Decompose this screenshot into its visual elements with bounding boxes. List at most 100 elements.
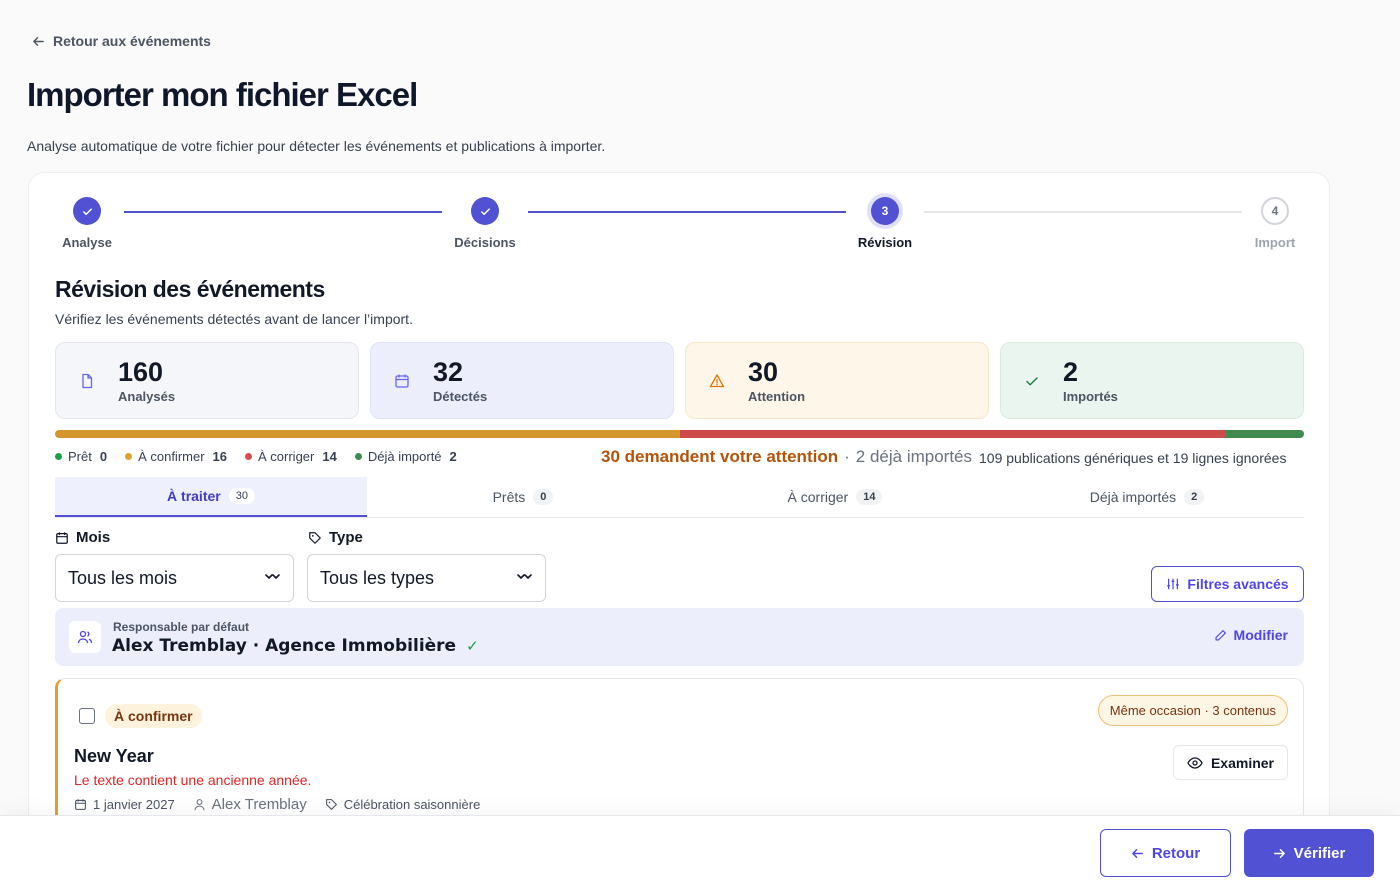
file-icon [56, 373, 118, 389]
occasion-badge: Même occasion · 3 contenus [1097, 695, 1288, 726]
responsible-label: Responsable par défaut [113, 620, 250, 634]
tab-label: Déjà importés [1089, 489, 1177, 505]
tab-label: Prêts [492, 489, 526, 505]
tab-a-corriger[interactable]: À corriger 14 [679, 477, 991, 517]
attention-summary: 30 demandent votre attention · 2 déjà im… [601, 447, 972, 467]
page-subtitle: Analyse automatique de votre fichier pou… [27, 138, 606, 154]
event-category-text: Célébration saisonnière [343, 797, 481, 812]
type-filter-label: Type [308, 529, 363, 546]
examine-button[interactable]: Examiner [1173, 745, 1288, 780]
legend-count: 2 [449, 449, 457, 464]
warning-icon [686, 373, 748, 389]
edit-responsible-button[interactable]: Modifier [1214, 627, 1288, 643]
back-to-events-link[interactable]: Retour aux événements [32, 33, 211, 49]
section-subtitle: Vérifiez les événements détectés avant d… [55, 311, 413, 327]
check-icon [73, 197, 101, 225]
step-decisions: Décisions [435, 197, 535, 250]
step-connector [924, 211, 1242, 213]
stat-label: Analysés [118, 388, 176, 404]
advanced-filters-button[interactable]: Filtres avancés [1151, 566, 1304, 602]
back-button[interactable]: Retour [1100, 829, 1231, 877]
legend-dot [245, 453, 253, 460]
imported-count: 2 déjà importés [855, 447, 973, 466]
stat-label: Détectés [433, 388, 488, 404]
stat-card-attention: 30 Attention [685, 342, 989, 419]
step-import: 4 Import [1225, 197, 1325, 250]
status-tabs: À traiter 30 Prêts 0 À corriger 14 Déjà imp… [55, 477, 1304, 518]
event-date: 1 janvier 2027 [74, 797, 175, 812]
step-connector [124, 211, 442, 213]
select-value: Tous les mois [68, 567, 178, 588]
tag-icon [325, 799, 337, 810]
status-legend: Prêt 0 À confirmer 16 À corriger 14 Déjà im… [55, 449, 457, 464]
responsible-name-text: Alex Tremblay · Agence Immobilière [112, 636, 457, 656]
verify-button[interactable]: Vérifier [1244, 829, 1374, 877]
month-select[interactable]: Tous les mois [55, 554, 294, 602]
event-category: Célébration saisonnière [325, 797, 481, 812]
event-warning: Le texte contient une ancienne année. [74, 772, 312, 788]
legend-label: Prêt [68, 449, 92, 464]
stat-value: 2 [1063, 356, 1079, 387]
tab-a-traiter[interactable]: À traiter 30 [55, 477, 367, 517]
button-label: Filtres avancés [1187, 576, 1289, 592]
step-number: 3 [871, 197, 899, 225]
stat-value: 160 [118, 356, 164, 387]
default-responsible-banner: Responsable par défaut Alex Tremblay · A… [55, 608, 1304, 666]
stat-value: 32 [433, 356, 464, 387]
responsible-name: Alex Tremblay · Agence Immobilière ✓ [112, 636, 479, 656]
calendar-icon [56, 531, 68, 544]
eye-icon [1187, 756, 1203, 769]
legend-count: 14 [322, 449, 337, 464]
status-progress-bar [55, 430, 1304, 438]
button-label: Examiner [1210, 754, 1275, 771]
arrow-left-icon [33, 36, 44, 46]
tag-icon [309, 531, 321, 544]
users-icon [69, 621, 101, 653]
select-value: Tous les types [320, 567, 435, 588]
step-label: Révision [857, 235, 913, 250]
back-link-label: Retour aux événements [53, 33, 211, 49]
section-title: Révision des événements [55, 276, 325, 302]
arrow-left-icon [1131, 848, 1143, 858]
type-select[interactable]: Tous les types [307, 554, 546, 602]
stat-label: Attention [748, 388, 806, 404]
progress-segment [1225, 430, 1304, 438]
pencil-icon [1215, 629, 1226, 641]
stat-value: 30 [748, 356, 779, 387]
event-author: Alex Tremblay [193, 796, 307, 813]
attention-count: 30 demandent votre attention [601, 447, 839, 466]
stat-card-importes: 2 Importés [1000, 342, 1304, 419]
tab-deja-importes[interactable]: Déjà importés 2 [991, 477, 1303, 517]
button-label: Modifier [1233, 627, 1288, 643]
legend-label: Déjà importé [367, 449, 442, 464]
tab-label: À traiter [167, 488, 221, 504]
legend-count: 0 [99, 449, 108, 464]
stat-label: Importés [1063, 388, 1118, 404]
step-analyse: Analyse [37, 197, 137, 250]
filter-label-text: Mois [76, 529, 111, 546]
legend-dot [354, 453, 362, 460]
event-checkbox[interactable] [79, 708, 95, 724]
legend-item-pret: Prêt 0 [55, 449, 107, 464]
tab-count-badge: 2 [1184, 489, 1205, 505]
progress-segment [55, 430, 680, 438]
chevron-down-icon [265, 574, 280, 579]
filter-label-text: Type [329, 529, 363, 546]
legend-item-deja-importe: Déjà importé 2 [354, 449, 457, 464]
event-title: New Year [74, 746, 154, 766]
tab-prets[interactable]: Prêts 0 [367, 477, 679, 517]
event-meta: 1 janvier 2027 Alex Tremblay Célébration… [74, 796, 480, 813]
tab-count-badge: 0 [533, 489, 554, 505]
calendar-icon [371, 373, 433, 389]
import-card: Analyse Décisions 3 Révision 4 Import Ré… [28, 172, 1330, 890]
footer-bar: Retour Vérifier [0, 815, 1400, 890]
check-icon: ✓ [466, 637, 479, 655]
legend-count: 16 [212, 449, 228, 464]
step-label: Décisions [454, 235, 516, 250]
legend-item-a-confirmer: À confirmer 16 [125, 449, 227, 464]
ignored-summary: 109 publications génériques et 19 lignes… [979, 450, 1287, 466]
button-label: Retour [1151, 844, 1201, 862]
tab-count-badge: 30 [228, 488, 255, 504]
status-badge: À confirmer [105, 704, 202, 728]
legend-dot [55, 453, 62, 460]
